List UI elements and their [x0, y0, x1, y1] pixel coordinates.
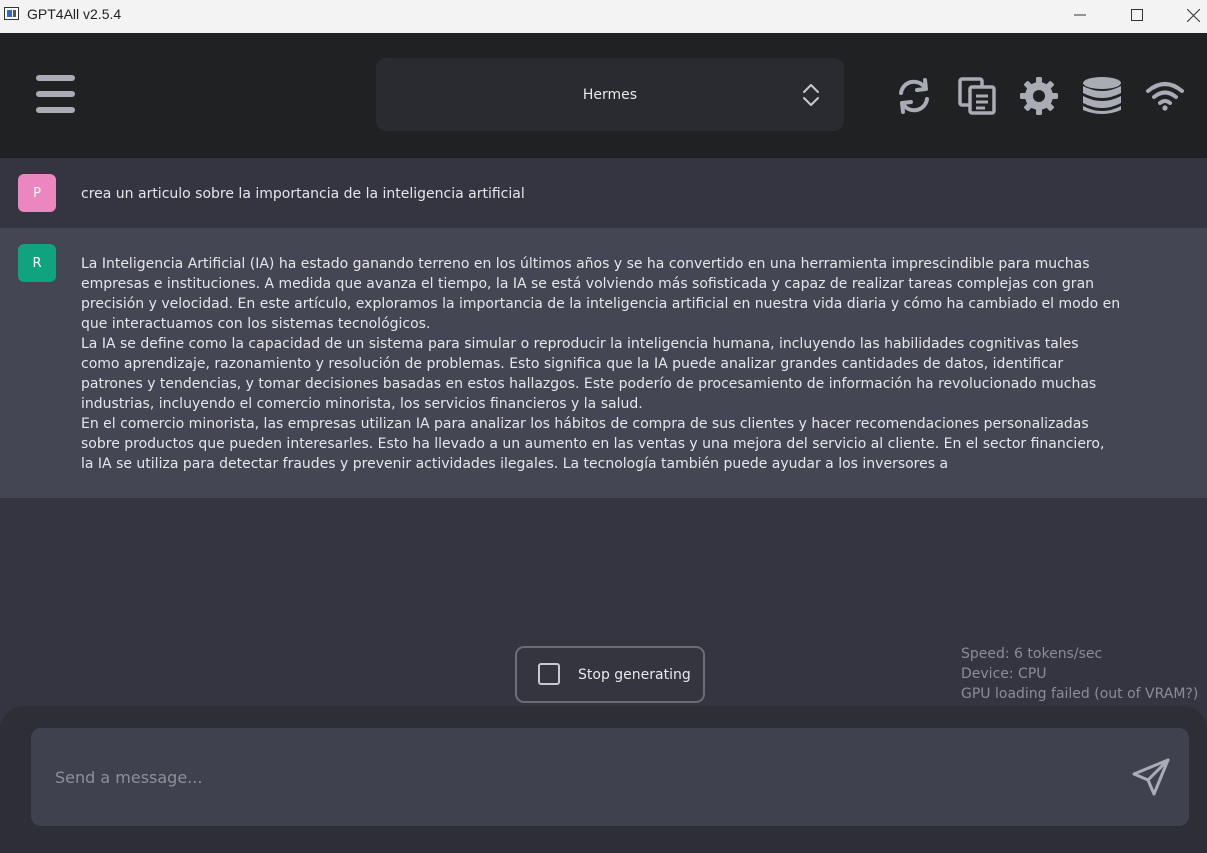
- database-button[interactable]: [1082, 76, 1122, 116]
- minimize-icon: [1074, 14, 1086, 16]
- generation-stats: Speed: 6 tokens/sec Device: CPU GPU load…: [961, 644, 1198, 704]
- gpu-stat: GPU loading failed (out of VRAM?): [961, 686, 1199, 702]
- close-button[interactable]: [1170, 0, 1207, 30]
- maximize-button[interactable]: [1114, 0, 1160, 30]
- settings-button[interactable]: [1019, 76, 1059, 116]
- prompt-avatar: P: [18, 174, 56, 212]
- stop-generating-button[interactable]: Stop generating: [515, 646, 705, 703]
- speed-stat: Speed: 6 tokens/sec: [961, 646, 1103, 662]
- message-input[interactable]: [31, 728, 1111, 826]
- hamburger-menu-button[interactable]: [36, 75, 75, 115]
- send-icon: [1132, 758, 1170, 796]
- stop-generating-label: Stop generating: [578, 667, 691, 683]
- database-icon: [1083, 77, 1121, 114]
- prompt-message: P crea un articulo sobre la importancia …: [0, 158, 1207, 228]
- gear-icon: [1020, 77, 1058, 115]
- response-message: R La Inteligencia Artificial (IA) ha est…: [0, 228, 1207, 498]
- device-stat: Device: CPU: [961, 666, 1047, 682]
- up-down-chevron-icon: [803, 84, 819, 106]
- copy-icon: [958, 77, 996, 115]
- stop-icon: [538, 663, 560, 685]
- model-selected-label: Hermes: [582, 86, 638, 103]
- refresh-icon: [899, 78, 929, 114]
- app-icon: [4, 7, 19, 20]
- wifi-icon: [1146, 82, 1184, 111]
- window-titlebar: GPT4All v2.5.4: [0, 0, 1207, 33]
- prompt-text: crea un articulo sobre la importancia de…: [81, 186, 525, 202]
- regenerate-button[interactable]: [894, 76, 934, 116]
- send-button[interactable]: [1128, 754, 1174, 800]
- hamburger-icon: [36, 75, 75, 113]
- window-title: GPT4All v2.5.4: [27, 6, 122, 22]
- response-avatar: R: [18, 244, 56, 282]
- close-icon: [1186, 8, 1200, 22]
- network-button[interactable]: [1145, 76, 1185, 116]
- maximize-icon: [1131, 9, 1143, 21]
- minimize-button[interactable]: [1057, 0, 1103, 30]
- response-text: La Inteligencia Artificial (IA) ha estad…: [81, 256, 1121, 472]
- model-selector[interactable]: Hermes: [376, 58, 844, 131]
- copy-button[interactable]: [957, 76, 997, 116]
- message-input-container: [31, 728, 1189, 826]
